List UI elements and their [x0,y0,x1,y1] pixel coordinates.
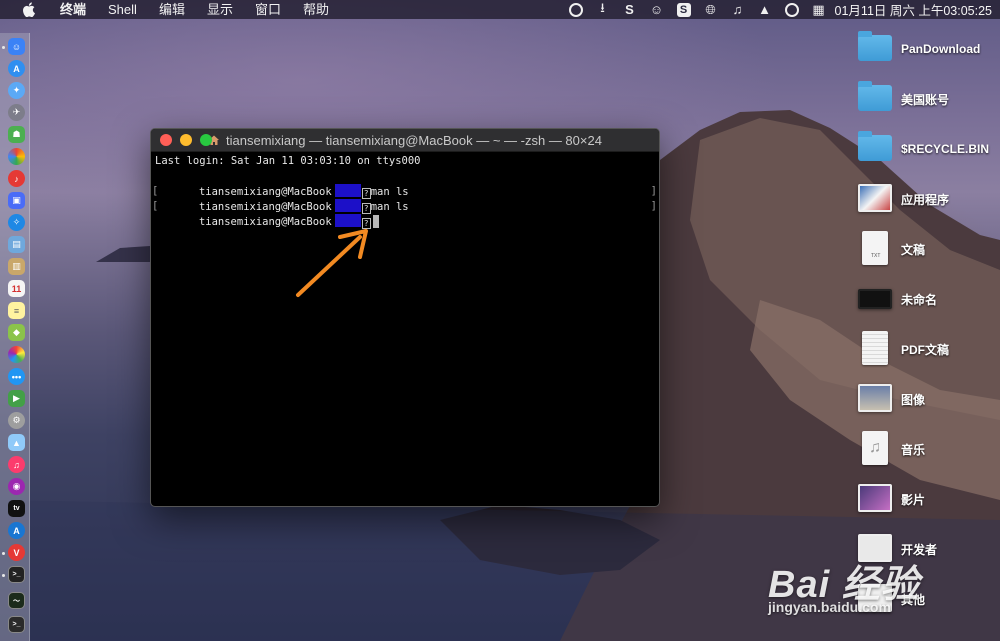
safari-icon[interactable]: ✦ [8,82,25,99]
desktop-item-label: 应用程序 [901,192,950,207]
folder-icon [855,129,895,169]
sogou-icon[interactable]: S [674,0,694,19]
image-thumbnail-icon [855,379,895,419]
music-document-icon: ♫ [855,429,895,469]
terminal-output[interactable]: Last login: Sat Jan 11 03:03:10 on ttys0… [151,152,659,229]
stickies-icon[interactable]: ≡ [8,302,25,319]
launchpad-icon[interactable]: ✈ [8,104,25,121]
photos-icon[interactable] [8,346,25,363]
menu-bar: 终端 Shell 编辑 显示 窗口 帮助 ⭳ S ☺ S 🌐︎ ♫ ▲ ▦ 01… [0,0,1000,19]
menu-view[interactable]: 显示 [207,0,233,19]
app-store-2-icon[interactable]: A [8,522,25,539]
keynote-icon[interactable]: ▲ [8,434,25,451]
netease-music-icon[interactable]: ♪ [8,170,25,187]
text-document-icon: TXT [855,229,895,269]
desktop-item-untitled[interactable]: 未命名 [855,277,1000,321]
terminal-2-icon[interactable]: >_ [8,616,25,633]
facetime-icon[interactable]: ▶ [8,390,25,407]
terminal-title: tiansemixiang — tiansemixiang@MacBook — … [208,133,602,148]
terminal-dock-icon[interactable]: >_ [8,566,25,583]
desktop-item-label: PDF文稿 [901,342,950,357]
activity-monitor-icon[interactable]: 〜 [8,592,25,609]
desktop-item-us-account[interactable]: 美国账号 [855,77,1000,121]
app-store-icon[interactable]: A [8,60,25,77]
desktop-item-documents[interactable]: TXT 文稿 [855,227,1000,271]
system-preferences-icon[interactable]: ⚙ [8,412,25,429]
ghost-icon[interactable]: ☺ [647,0,667,19]
desktop-item-label: 音乐 [901,442,926,457]
compass-icon[interactable]: ✧ [8,214,25,231]
notification-icon[interactable]: ▲ [755,0,775,19]
menu-clock[interactable]: 01月11日 周六 上午03:05:25 [835,0,992,19]
zoom-window-button[interactable] [200,134,212,146]
messages-icon[interactable]: ••• [8,368,25,385]
menu-help[interactable]: 帮助 [303,0,329,19]
terminal-line-current[interactable]: tiansemixiang@MacBook? [155,199,655,229]
apple-tv-icon[interactable]: tv [8,500,25,517]
notes-brown-icon[interactable]: ▥ [8,258,25,275]
window-controls [160,134,220,146]
menu-edit[interactable]: 编辑 [159,0,185,19]
disk-icon[interactable]: ▣ [8,192,25,209]
chrome-icon[interactable] [8,148,25,165]
desktop-item-images[interactable]: 图像 [855,377,1000,421]
itunes-icon[interactable]: ♫ [8,456,25,473]
menu-app-name[interactable]: 终端 [60,0,86,19]
desktop-item-label: 影片 [901,492,926,507]
screenshot-thumbnail-icon [855,279,895,319]
movie-thumbnail-icon [855,479,895,519]
folder-icon [855,29,895,69]
last-login-text: Last login: Sat Jan 11 03:03:10 on ttys0… [155,155,421,167]
calendar-app-icon[interactable]: 11 [8,280,25,297]
menu-shell[interactable]: Shell [108,0,137,19]
terminal-line: [tiansemixiang@MacBook? man ls] [152,169,657,199]
pdf-document-icon [855,329,895,369]
desktop-item-label: 图像 [901,392,926,407]
sync-icon[interactable] [566,0,586,19]
podcasts-icon[interactable]: ◉ [8,478,25,495]
terminal-titlebar[interactable]: tiansemixiang — tiansemixiang@MacBook — … [151,129,659,152]
maps-icon[interactable]: ◆ [8,324,25,341]
annotation-arrow-icon [296,229,368,297]
apple-menu-icon[interactable] [20,0,38,19]
preview-icon[interactable]: ▤ [8,236,25,253]
desktop-item-music[interactable]: ♫ 音乐 [855,427,1000,471]
status-area: ⭳ S ☺ S 🌐︎ ♫ ▲ ▦ 01月11日 周六 上午03:05:25 [559,0,992,19]
desktop-item-movies[interactable]: 影片 [855,477,1000,521]
calendar-icon[interactable]: ▦ [809,0,829,19]
globe-icon[interactable]: 🌐︎ [701,0,721,19]
terminal-title-text: tiansemixiang — tiansemixiang@MacBook — … [226,132,602,148]
desktop-item-label: PanDownload [901,42,981,56]
watermark-url: jingyan.baidu.com [768,599,891,615]
doc-type-tag: TXT [871,253,881,259]
baidu-watermark: Bai 经验 jingyan.baidu.com [768,548,1000,638]
vivaldi-icon[interactable]: V [8,544,25,561]
minimize-window-button[interactable] [180,134,192,146]
screenshot-thumbnail-icon [855,179,895,219]
desktop-item-label: 文稿 [901,242,926,257]
time-machine-icon[interactable] [782,0,802,19]
running-indicator [2,46,5,49]
download-icon[interactable]: ⭳ [593,0,613,19]
s-app-icon[interactable]: S [620,0,640,19]
desktop-item-recycle-bin[interactable]: $RECYCLE.BIN [855,127,1000,171]
desktop-item-label: $RECYCLE.BIN [901,142,990,156]
music-note-icon[interactable]: ♫ [728,0,748,19]
desktop-item-label: 未命名 [901,292,938,307]
terminal-window[interactable]: tiansemixiang — tiansemixiang@MacBook — … [150,128,660,507]
running-indicator [2,552,5,555]
dock: ☺ A ✦ ✈ ☗ ♪ ▣ ✧ ▤ ▥ 11 ≡ ◆ ••• ▶ ⚙ ▲ ♫ ◉… [0,33,30,641]
folder-icon [855,79,895,119]
android-icon[interactable]: ☗ [8,126,25,143]
desktop-item-pandownload[interactable]: PanDownload [855,27,1000,71]
finder-icon[interactable]: ☺ [8,38,25,55]
desktop-item-applications[interactable]: 应用程序 [855,177,1000,221]
menu-window[interactable]: 窗口 [255,0,281,19]
terminal-line-last-login: Last login: Sat Jan 11 03:03:10 on ttys0… [155,154,655,169]
terminal-line: [tiansemixiang@MacBook? man ls] [152,184,657,214]
running-indicator [2,574,5,577]
desktop-item-pdf-documents[interactable]: PDF文稿 [855,327,1000,371]
desktop-item-label: 美国账号 [901,92,950,107]
close-window-button[interactable] [160,134,172,146]
